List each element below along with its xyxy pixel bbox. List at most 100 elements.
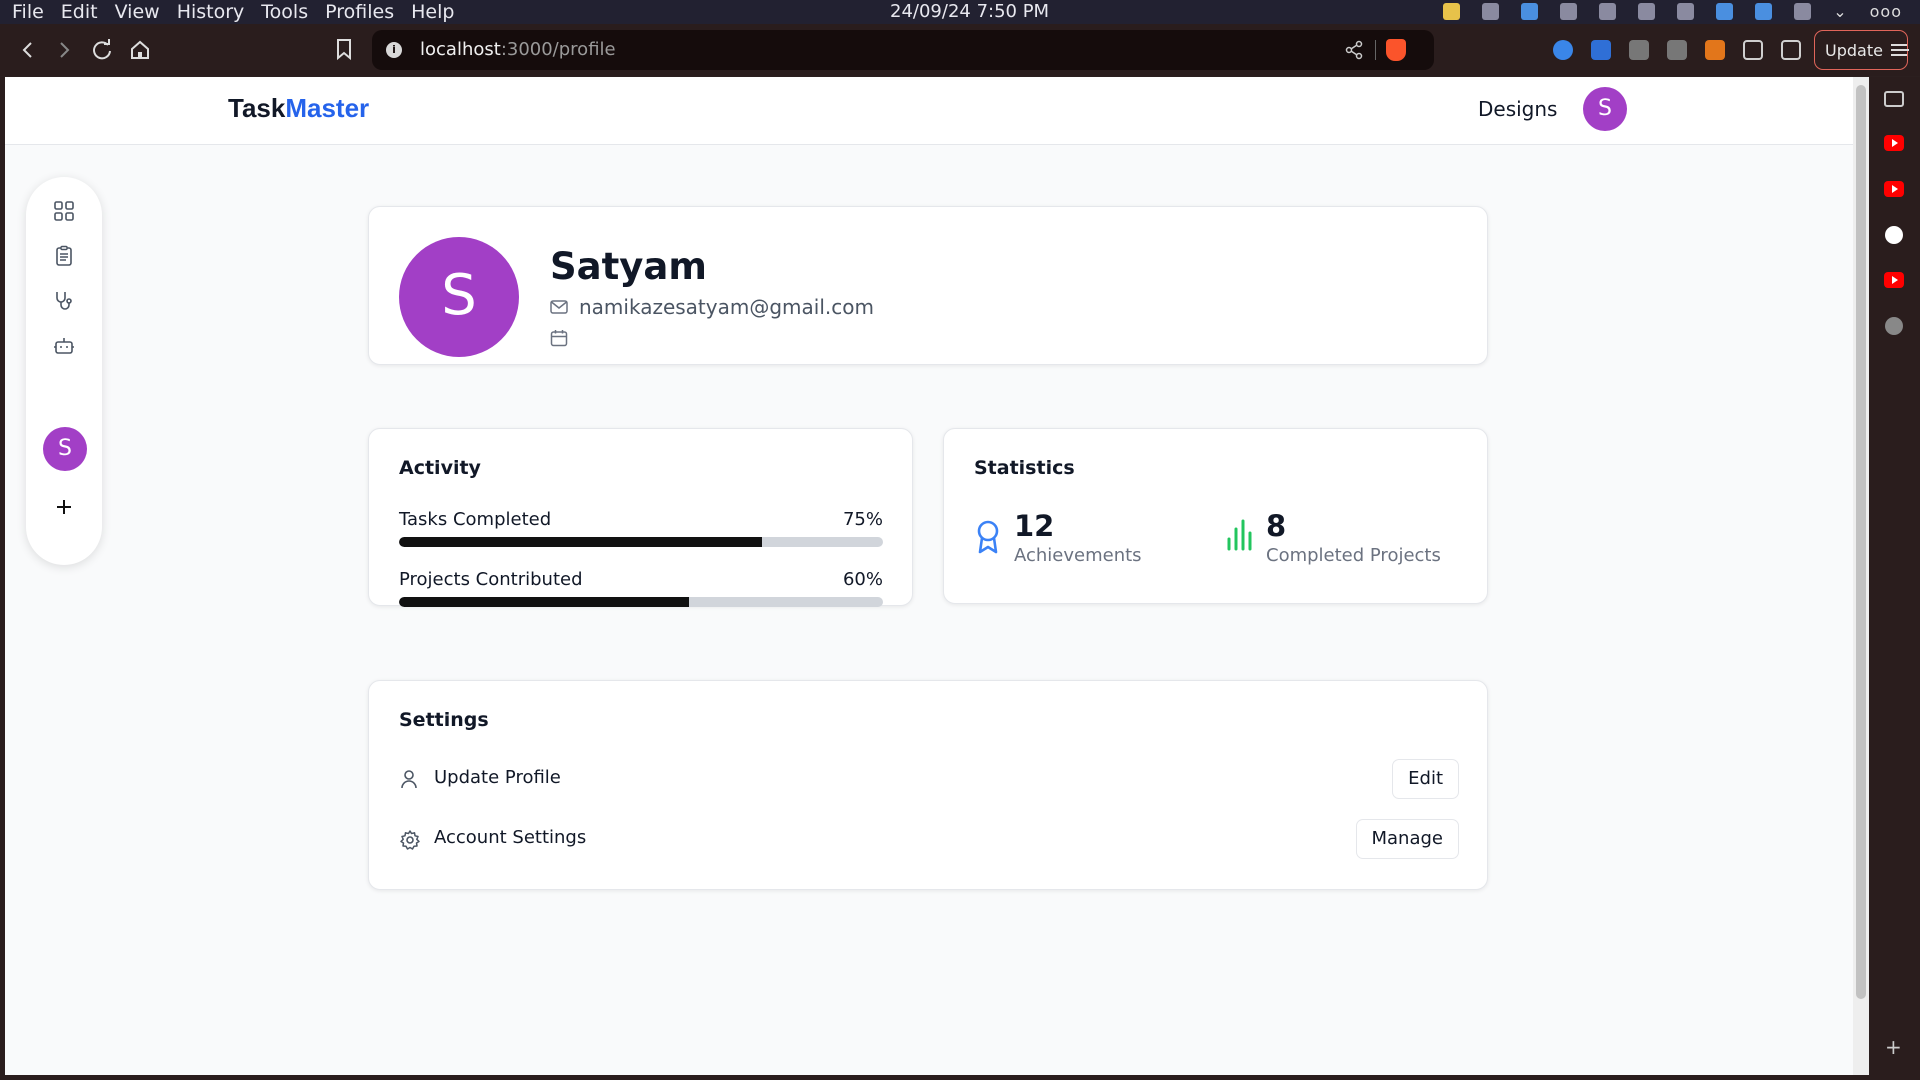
brand-part-master: Master — [285, 93, 370, 123]
notes-icon[interactable] — [1443, 3, 1461, 20]
clock: 24/09/24 7:50 PM — [890, 1, 1050, 22]
menu-view[interactable]: View — [115, 1, 160, 23]
system-tray: ⌄ ooo — [1443, 2, 1902, 21]
menu-edit[interactable]: Edit — [61, 1, 98, 23]
header-avatar[interactable]: S — [1583, 87, 1627, 131]
dashboard-icon[interactable] — [53, 200, 75, 222]
activity-row-percent: 60% — [842, 569, 883, 590]
url-path: :3000/profile — [500, 39, 616, 60]
arc-icon[interactable] — [1885, 226, 1903, 244]
profile-avatar: S — [399, 237, 519, 357]
brand-part-task: Task — [228, 93, 286, 123]
site-info-icon[interactable]: i — [386, 42, 402, 58]
brightness-icon[interactable] — [1677, 3, 1695, 20]
app-header: TaskMaster Designs S — [5, 77, 1853, 145]
media-icon[interactable] — [1781, 40, 1801, 60]
activity-row-label: Projects Contributed — [399, 569, 583, 590]
calendar-icon — [550, 329, 568, 347]
settings-title: Settings — [399, 709, 489, 731]
progress-fill — [399, 597, 690, 607]
statistics-title: Statistics — [974, 457, 1075, 479]
more-icon[interactable]: ooo — [1870, 2, 1902, 21]
stat-value: 8 — [1266, 509, 1287, 543]
bluetooth-icon[interactable] — [1638, 3, 1656, 20]
address-bar[interactable]: i localhost:3000/profile — [372, 30, 1434, 70]
extensions-bar — [1553, 40, 1801, 60]
update-label: Update — [1825, 40, 1883, 60]
activity-row-percent: 75% — [842, 509, 883, 530]
os-menu-bar: File Edit View History Tools Profiles He… — [0, 0, 1920, 24]
extension-icon-2[interactable] — [1667, 40, 1687, 60]
chevron-down-icon[interactable]: ⌄ — [1833, 2, 1847, 21]
settings-row-account-settings: Account Settings Manage — [399, 819, 1459, 859]
award-icon — [974, 519, 1002, 555]
bookmark-icon[interactable] — [334, 37, 354, 61]
sidebar: S — [26, 177, 102, 565]
s-extension-icon[interactable] — [1591, 40, 1611, 60]
clipboard-tray-icon[interactable] — [1521, 3, 1539, 20]
battery-icon[interactable] — [1794, 3, 1812, 20]
stat-caption: Achievements — [1014, 545, 1142, 566]
plus-icon[interactable] — [52, 495, 76, 519]
youtube-icon[interactable] — [1884, 272, 1904, 288]
activity-title: Activity — [399, 457, 481, 479]
menu-hamburger-icon — [1890, 44, 1910, 56]
settings-tray-icon[interactable] — [1482, 3, 1500, 20]
os-menu: File Edit View History Tools Profiles He… — [0, 1, 471, 23]
activity-row-label: Tasks Completed — [399, 509, 552, 530]
bot-icon[interactable] — [53, 335, 75, 357]
scrollbar-thumb[interactable] — [1856, 85, 1866, 999]
menu-profiles[interactable]: Profiles — [325, 1, 394, 23]
sidebar-toggle-icon[interactable] — [1884, 91, 1904, 107]
youtube-icon[interactable] — [1884, 135, 1904, 151]
sidebar-avatar[interactable]: S — [43, 427, 87, 471]
clipboard-icon[interactable] — [53, 245, 75, 267]
progress-fill — [399, 537, 762, 547]
update-button[interactable]: Update — [1814, 30, 1910, 70]
url-divider — [1375, 40, 1376, 60]
home-icon[interactable] — [126, 36, 154, 64]
settings-row-label: Account Settings — [434, 827, 587, 848]
stethoscope-icon[interactable] — [53, 290, 75, 312]
user-icon — [399, 769, 419, 789]
globe-icon[interactable] — [1885, 317, 1903, 335]
profile-email: namikazesatyam@gmail.com — [579, 295, 874, 319]
stat-caption: Completed Projects — [1266, 545, 1441, 566]
forward-icon[interactable] — [50, 36, 78, 64]
brave-shield-icon[interactable] — [1386, 39, 1406, 61]
browser-toolbar: i localhost:3000/profile Update — [0, 24, 1920, 76]
activity-card: Activity Tasks Completed 75% Projects Co… — [368, 428, 913, 607]
page-scrollbar[interactable] — [1853, 77, 1869, 1075]
edit-button[interactable]: Edit — [1392, 759, 1459, 799]
menu-help[interactable]: Help — [411, 1, 454, 23]
menu-history[interactable]: History — [177, 1, 245, 23]
add-panel-icon[interactable]: + — [1885, 1035, 1902, 1059]
window-bottom-edge — [0, 1075, 1869, 1080]
translate-extension-icon[interactable] — [1553, 40, 1573, 60]
mail-icon — [550, 299, 568, 315]
extension-icon-1[interactable] — [1629, 40, 1649, 60]
share-icon[interactable] — [1344, 40, 1364, 60]
back-icon[interactable] — [14, 36, 42, 64]
bar-chart-icon — [1226, 519, 1254, 553]
progress-track — [399, 597, 883, 607]
manage-button[interactable]: Manage — [1355, 819, 1459, 859]
menu-file[interactable]: File — [12, 1, 44, 23]
youtube-icon[interactable] — [1884, 181, 1904, 197]
window-tray-icon[interactable] — [1560, 3, 1578, 20]
settings-row-label: Update Profile — [434, 767, 561, 788]
menu-tools[interactable]: Tools — [261, 1, 308, 23]
settings-card: Settings Update Profile Edit Account Set… — [368, 680, 1488, 890]
nav-designs-link[interactable]: Designs — [1478, 97, 1557, 121]
metamask-icon[interactable] — [1705, 40, 1725, 60]
profile-name: Satyam — [550, 245, 707, 288]
progress-track — [399, 537, 883, 547]
volume-icon[interactable] — [1599, 3, 1617, 20]
browser-sidebar-panel: + — [1869, 77, 1920, 1080]
brand-logo[interactable]: TaskMaster — [228, 93, 369, 124]
url-text[interactable]: localhost:3000/profile — [420, 39, 616, 60]
wifi-icon[interactable] — [1755, 3, 1773, 20]
device-icon[interactable] — [1716, 3, 1734, 20]
reload-icon[interactable] — [88, 36, 116, 64]
extensions-puzzle-icon[interactable] — [1743, 40, 1763, 60]
